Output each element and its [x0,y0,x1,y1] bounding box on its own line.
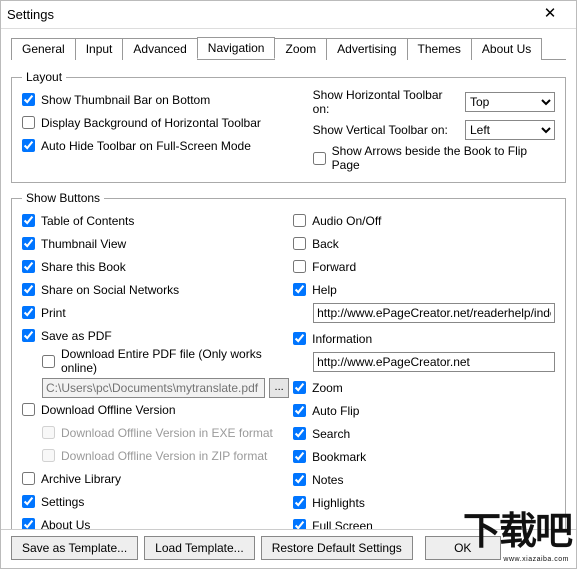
auto-hide-checkbox[interactable] [22,139,35,152]
bookmark-label: Bookmark [312,450,366,464]
auto-hide-label: Auto Hide Toolbar on Full-Screen Mode [41,139,251,153]
tab-navigation[interactable]: Navigation [197,37,276,59]
tab-advanced[interactable]: Advanced [122,38,197,60]
fullscreen-label: Full Screen [312,519,373,530]
tab-zoom[interactable]: Zoom [274,38,327,60]
tab-about-us[interactable]: About Us [471,38,542,60]
archive-label: Archive Library [41,472,121,486]
savepdf-label: Save as PDF [41,329,112,343]
zoom-label: Zoom [312,381,343,395]
dl-zip-checkbox [42,449,55,462]
archive-checkbox[interactable] [22,472,35,485]
dl-pdf-label: Download Entire PDF file (Only works onl… [61,347,289,375]
bookmark-checkbox[interactable] [293,450,306,463]
dl-zip-label: Download Offline Version in ZIP format [61,449,267,463]
horiz-toolbar-select[interactable]: Top [465,92,555,112]
search-label: Search [312,427,350,441]
fullscreen-checkbox[interactable] [293,519,306,529]
vert-toolbar-select[interactable]: Left [465,120,555,140]
notes-label: Notes [312,473,343,487]
savepdf-checkbox[interactable] [22,329,35,342]
forward-checkbox[interactable] [293,260,306,273]
pdf-path-input[interactable] [42,378,265,398]
show-arrows-label: Show Arrows beside the Book to Flip Page [332,144,555,172]
autoflip-label: Auto Flip [312,404,359,418]
toc-checkbox[interactable] [22,214,35,227]
toc-label: Table of Contents [41,214,134,228]
info-url-input[interactable] [313,352,555,372]
dl-pdf-checkbox[interactable] [42,355,55,368]
social-checkbox[interactable] [22,283,35,296]
tab-general[interactable]: General [11,38,76,60]
dl-offline-checkbox[interactable] [22,403,35,416]
share-checkbox[interactable] [22,260,35,273]
horiz-toolbar-label: Show Horizontal Toolbar on: [313,88,459,116]
close-icon[interactable]: ✕ [530,4,570,26]
show-thumbnail-label: Show Thumbnail Bar on Bottom [41,93,210,107]
save-template-button[interactable]: Save as Template... [11,536,138,560]
show-thumbnail-checkbox[interactable] [22,93,35,106]
autoflip-checkbox[interactable] [293,404,306,417]
social-label: Share on Social Networks [41,283,179,297]
thumb-label: Thumbnail View [41,237,126,251]
print-checkbox[interactable] [22,306,35,319]
layout-legend: Layout [22,70,66,84]
audio-checkbox[interactable] [293,214,306,227]
show-buttons-legend: Show Buttons [22,191,104,205]
vert-toolbar-label: Show Vertical Toolbar on: [313,123,459,137]
ok-button[interactable]: OK [425,536,501,560]
layout-group: Layout Show Thumbnail Bar on Bottom Disp… [11,70,566,183]
display-bg-label: Display Background of Horizontal Toolbar [41,116,261,130]
display-bg-checkbox[interactable] [22,116,35,129]
zoom-checkbox[interactable] [293,381,306,394]
load-template-button[interactable]: Load Template... [144,536,255,560]
thumb-checkbox[interactable] [22,237,35,250]
aboutus-label: About Us [41,518,90,530]
back-label: Back [312,237,339,251]
restore-defaults-button[interactable]: Restore Default Settings [261,536,413,560]
highlights-label: Highlights [312,496,365,510]
dl-exe-label: Download Offline Version in EXE format [61,426,273,440]
show-arrows-checkbox[interactable] [313,152,326,165]
tab-input[interactable]: Input [75,38,124,60]
share-label: Share this Book [41,260,126,274]
info-checkbox[interactable] [293,332,306,345]
settings-checkbox[interactable] [22,495,35,508]
search-checkbox[interactable] [293,427,306,440]
dl-exe-checkbox [42,426,55,439]
print-label: Print [41,306,66,320]
help-checkbox[interactable] [293,283,306,296]
dl-offline-label: Download Offline Version [41,403,176,417]
tab-themes[interactable]: Themes [407,38,472,60]
info-label: Information [312,332,372,346]
browse-button[interactable]: ... [269,378,289,398]
back-checkbox[interactable] [293,237,306,250]
show-buttons-group: Show Buttons Table of Contents Thumbnail… [11,191,566,529]
help-url-input[interactable] [313,303,555,323]
notes-checkbox[interactable] [293,473,306,486]
window-title: Settings [7,7,530,22]
aboutus-checkbox[interactable] [22,518,35,529]
tab-advertising[interactable]: Advertising [326,38,407,60]
help-label: Help [312,283,337,297]
audio-label: Audio On/Off [312,214,381,228]
tab-strip: General Input Advanced Navigation Zoom A… [1,29,576,59]
highlights-checkbox[interactable] [293,496,306,509]
forward-label: Forward [312,260,356,274]
settings-label: Settings [41,495,84,509]
